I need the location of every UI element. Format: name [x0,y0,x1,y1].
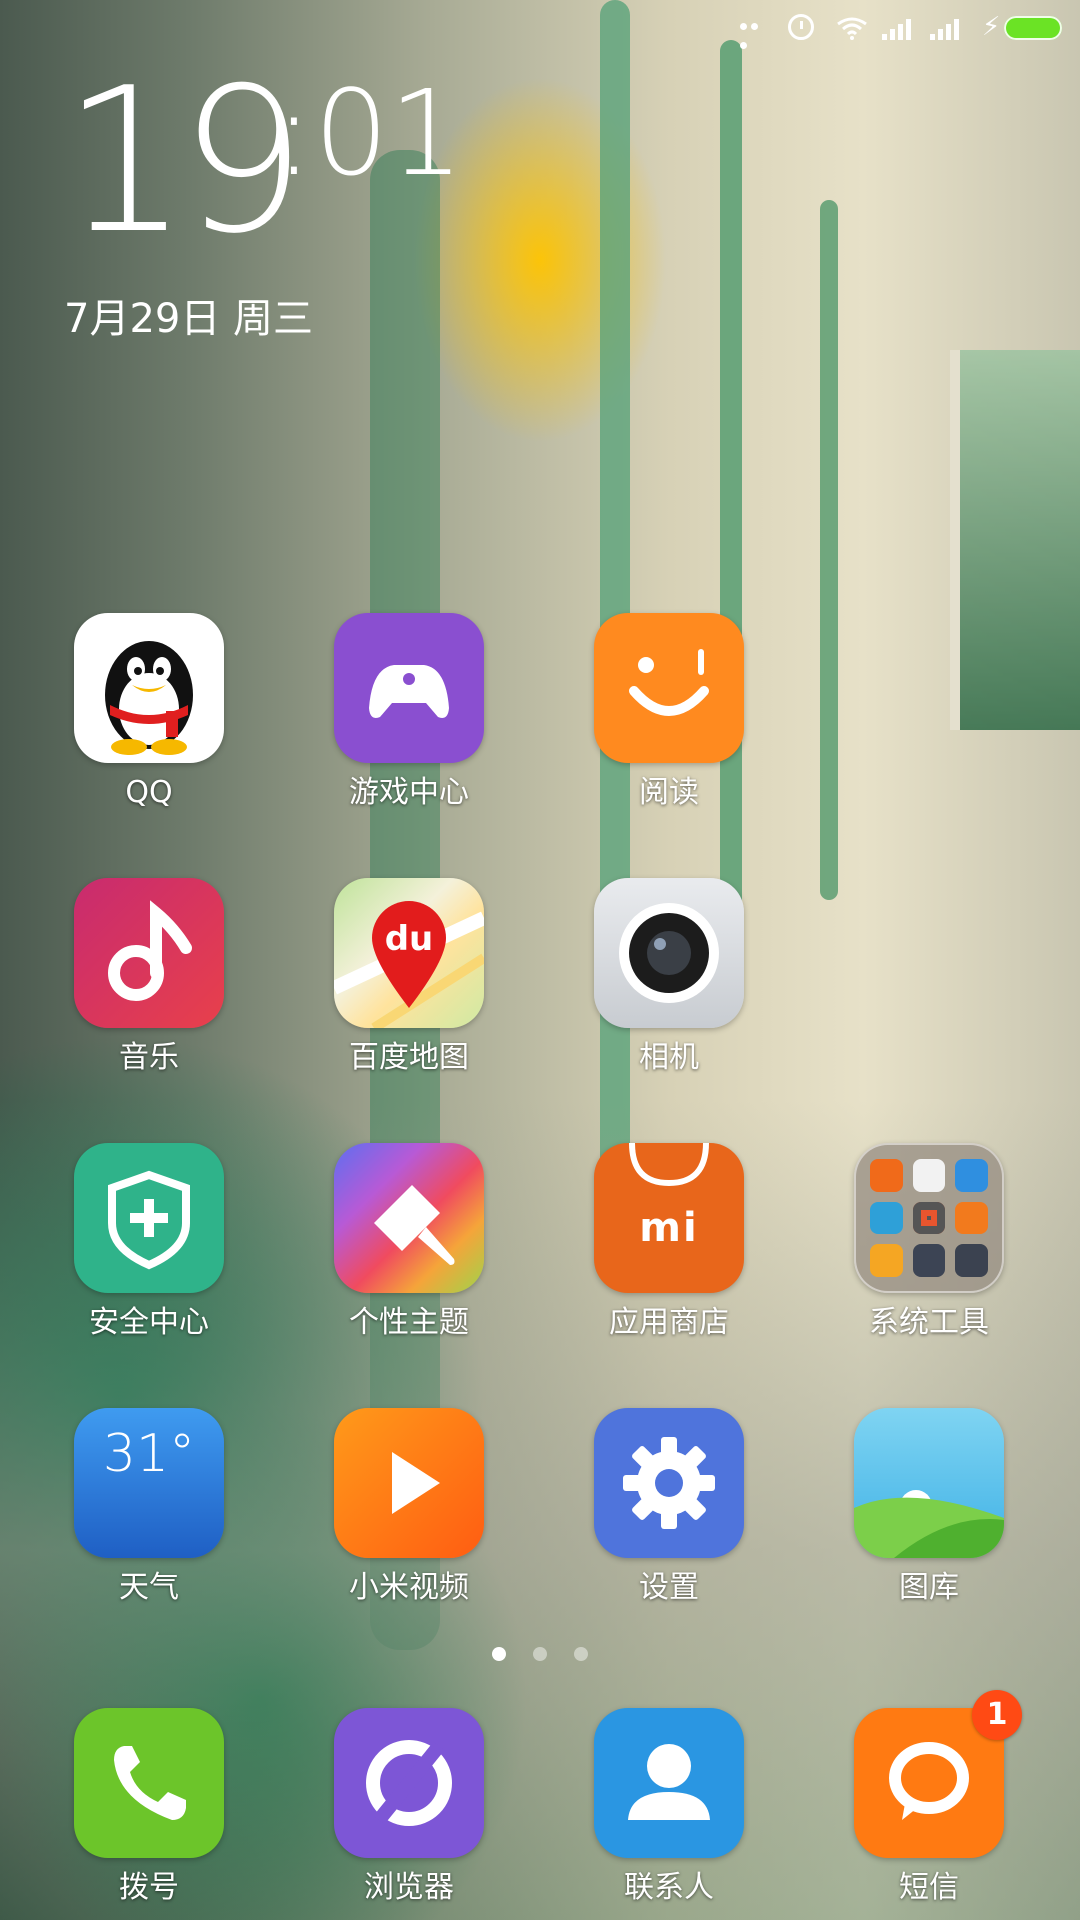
dock-browser[interactable]: 浏览器 [334,1708,484,1908]
smile-icon [594,613,744,763]
paintbrush-icon [334,1143,484,1293]
gear-icon [594,1408,744,1558]
dock-dialer[interactable]: 拨号 [74,1708,224,1908]
dock-contacts[interactable]: 联系人 [594,1708,744,1908]
weather-temperature: 31° [102,1424,196,1484]
more-dots-icon [740,16,772,49]
store-bag-icon: mi [594,1143,744,1293]
app-weather[interactable]: 31° 天气 [74,1408,224,1608]
shield-icon [74,1143,224,1293]
page-indicator [0,1646,1080,1665]
app-themes[interactable]: 个性主题 [334,1143,484,1343]
app-label: 应用商店 [609,1305,729,1340]
folder-system-tools[interactable]: 系统工具 [854,1143,1004,1343]
signal-icon [930,16,964,40]
dock-messages[interactable]: 1 短信 [854,1690,1022,1908]
app-label: 系统工具 [869,1305,989,1340]
app-mi-video[interactable]: 小米视频 [334,1408,484,1608]
app-qq[interactable]: QQ [74,613,224,813]
app-label: 设置 [639,1570,699,1605]
page-dot[interactable] [491,1647,506,1661]
gamepad-icon [334,613,484,763]
app-label: 安全中心 [89,1305,209,1340]
notification-badge: 1 [972,1690,1022,1740]
battery-icon [1004,16,1062,40]
folder-icon [854,1143,1004,1293]
date-label: 7月29日 周三 [64,296,314,342]
app-label: 小米视频 [349,1570,469,1605]
app-game-center[interactable]: 游戏中心 [334,613,484,813]
app-label: 拨号 [119,1870,179,1905]
music-note-icon [74,878,224,1028]
wifi-icon [837,17,867,40]
clock-widget[interactable]: 19 :01 [62,45,464,278]
chat-bubble-icon: 1 [854,1690,1022,1858]
app-settings[interactable]: 设置 [594,1408,744,1608]
app-baidu-map[interactable]: du 百度地图 [334,878,484,1078]
charging-icon: ⚡ [982,12,1001,42]
app-label: 联系人 [624,1870,714,1905]
play-icon [334,1408,484,1558]
app-label: 阅读 [639,775,699,810]
mi-logo: mi [639,1205,699,1251]
app-camera[interactable]: 相机 [594,878,744,1078]
app-security[interactable]: 安全中心 [74,1143,224,1343]
map-pin-icon: du [334,878,484,1028]
camera-lens-icon [594,878,744,1028]
page-dot[interactable] [574,1647,589,1661]
clock-hour: 19 [62,45,306,278]
landscape-icon [854,1408,1004,1558]
app-store[interactable]: mi 应用商店 [594,1143,744,1343]
page-dot[interactable] [533,1647,547,1661]
app-reading[interactable]: 阅读 [594,613,744,813]
weather-icon: 31° [74,1408,224,1558]
app-label: 个性主题 [349,1305,469,1340]
app-label: 天气 [119,1570,179,1605]
app-label: 相机 [639,1040,699,1075]
app-label: 短信 [899,1870,959,1905]
app-label: QQ [125,775,173,810]
person-icon [594,1708,744,1858]
app-label: 浏览器 [364,1870,454,1905]
phone-icon [74,1708,224,1858]
svg-text:du: du [385,919,434,959]
signal-icon [882,16,916,40]
app-label: 游戏中心 [349,775,469,810]
app-label: 图库 [899,1570,959,1605]
app-label: 音乐 [119,1040,179,1075]
app-gallery[interactable]: 图库 [854,1408,1004,1608]
alarm-icon [788,14,814,40]
qq-icon [74,613,224,763]
clock-minute: :01 [274,64,464,202]
app-label: 百度地图 [349,1040,469,1075]
browser-icon [334,1708,484,1858]
app-music[interactable]: 音乐 [74,878,224,1078]
